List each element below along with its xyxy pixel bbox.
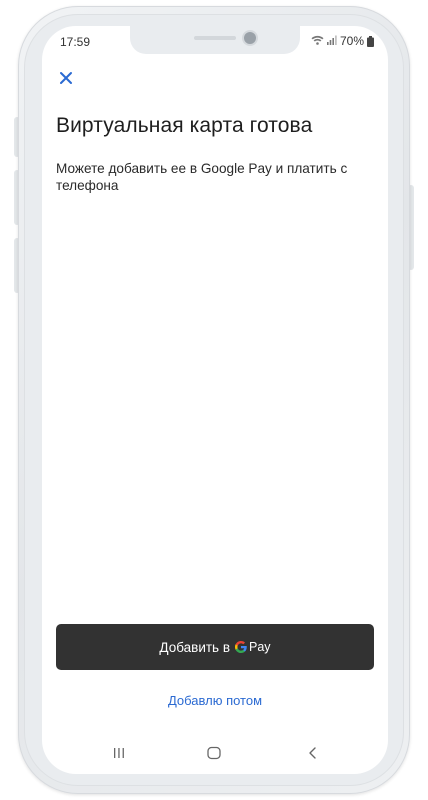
page-description: Можете добавить ее в Google Pay и платит… — [56, 161, 348, 193]
add-button-label: Добавить в — [159, 639, 231, 655]
pay-wordmark: Pay — [249, 640, 271, 654]
notch — [130, 26, 300, 54]
page-title: Виртуальная карта готова — [56, 114, 313, 137]
speaker-grille — [194, 36, 236, 40]
device-mockup: 17:59 70% Виртуальная карта готова Может… — [0, 0, 428, 800]
wifi-icon — [311, 34, 324, 48]
front-camera — [244, 32, 256, 44]
recents-icon[interactable] — [112, 746, 126, 760]
system-navigation-bar — [42, 740, 388, 768]
signal-icon — [326, 34, 337, 48]
status-time: 17:59 — [60, 35, 91, 49]
close-icon[interactable] — [56, 68, 76, 88]
google-g-icon — [235, 641, 247, 653]
status-indicators: 70% — [311, 34, 374, 48]
add-later-link[interactable]: Добавлю потом — [42, 693, 388, 708]
battery-level: 70% — [339, 34, 364, 48]
phone-screen: 17:59 70% Виртуальная карта готова Может… — [42, 26, 388, 774]
back-icon[interactable] — [306, 745, 320, 761]
add-to-google-pay-button[interactable]: Добавить в Pay — [56, 624, 374, 670]
battery-icon — [367, 35, 374, 47]
home-icon[interactable] — [207, 746, 221, 760]
